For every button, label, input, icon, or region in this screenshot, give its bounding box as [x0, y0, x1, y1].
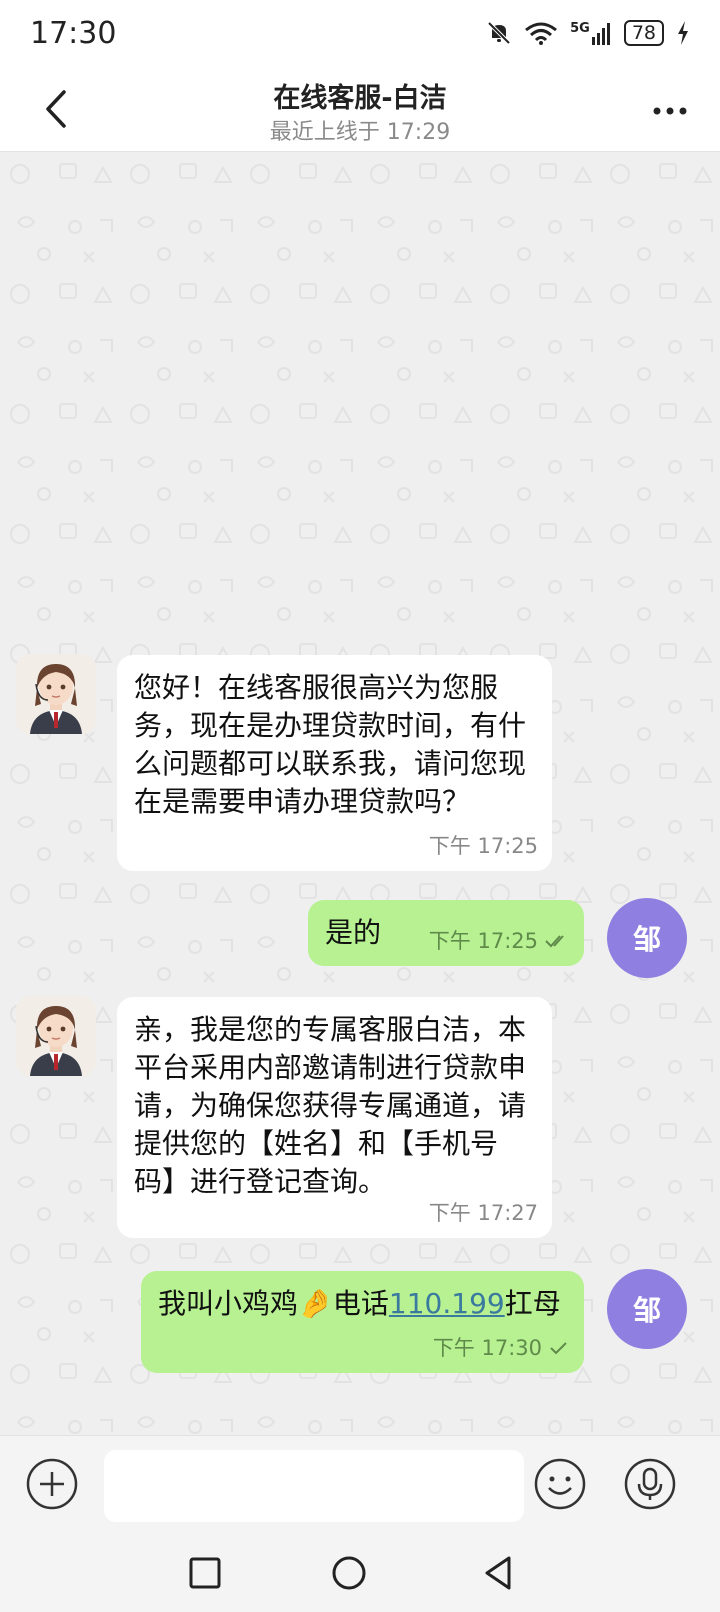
message-meta: 下午 17:27	[429, 1194, 538, 1232]
message-bubble-incoming[interactable]: 亲，我是您的专属客服白洁，本平台采用内部邀请制进行贷款申请，为确保您获得专属通道…	[117, 997, 552, 1238]
home-button[interactable]	[327, 1551, 371, 1595]
agent-avatar[interactable]	[16, 654, 96, 734]
battery-level: 78	[631, 22, 656, 44]
add-icon	[26, 1458, 78, 1510]
single-check-icon	[550, 1342, 567, 1355]
voice-button[interactable]	[622, 1456, 678, 1512]
message-text-part: 电话	[332, 1287, 389, 1320]
user-avatar[interactable]: 邹	[607, 898, 687, 978]
message-bubble-incoming[interactable]: 您好！在线客服很高兴为您服务，现在是办理贷款时间，有什么问题都可以联系我，请问您…	[117, 655, 552, 871]
user-avatar[interactable]: 邹	[607, 1269, 687, 1349]
more-dots-icon	[653, 107, 687, 115]
message-text-part: 扛母	[504, 1287, 561, 1320]
message-meta: 下午 17:25	[429, 922, 570, 960]
microphone-icon	[624, 1458, 676, 1510]
message-bubble-outgoing[interactable]: 我叫小鸡鸡🤌电话110.199扛母 下午 17:30	[141, 1271, 584, 1373]
emoji-button[interactable]	[532, 1456, 588, 1512]
wifi-icon	[524, 20, 558, 46]
message-input[interactable]	[104, 1450, 524, 1522]
message-bubble-outgoing[interactable]: 是的 下午 17:25	[308, 900, 584, 966]
signal-icon: 5G	[570, 21, 612, 45]
message-input-bar	[0, 1435, 720, 1533]
double-check-icon	[545, 935, 564, 948]
network-type-label: 5G	[570, 21, 590, 36]
status-icons: 5G 78	[486, 20, 690, 46]
battery-icon: 78	[623, 20, 664, 46]
chat-header: 在线客服-白洁 最近上线于 17:29	[0, 66, 720, 152]
phone-number-link[interactable]: 110.199	[389, 1287, 505, 1320]
message-time: 下午 17:25	[428, 834, 538, 858]
more-options-button[interactable]	[650, 96, 690, 126]
agent-avatar[interactable]	[16, 996, 96, 1076]
chat-title[interactable]: 在线客服-白洁	[0, 76, 720, 115]
back-nav-button[interactable]	[477, 1551, 521, 1595]
back-triangle-icon	[485, 1556, 511, 1590]
message-time: 下午 17:25	[428, 929, 538, 953]
attach-button[interactable]	[24, 1456, 80, 1512]
home-icon	[332, 1556, 366, 1590]
status-time: 17:30	[30, 15, 117, 51]
message-text: 我叫小鸡鸡🤌电话110.199扛母	[158, 1285, 568, 1323]
charging-icon	[676, 20, 690, 46]
mute-bell-icon	[486, 20, 512, 46]
message-time: 下午 17:27	[428, 1201, 538, 1225]
message-meta: 下午 17:25	[429, 827, 538, 865]
pinched-fingers-emoji: 🤌	[298, 1287, 333, 1320]
message-time: 下午 17:30	[432, 1336, 542, 1360]
message-text: 亲，我是您的专属客服白洁，本平台采用内部邀请制进行贷款申请，为确保您获得专属通道…	[134, 1013, 527, 1198]
emoji-icon	[534, 1458, 586, 1510]
recent-apps-button[interactable]	[183, 1551, 227, 1595]
message-meta: 下午 17:30	[433, 1329, 570, 1367]
last-seen-status: 最近上线于 17:29	[269, 120, 451, 145]
agent-avatar-image	[16, 654, 96, 734]
agent-avatar-image	[16, 996, 96, 1076]
status-bar: 17:30 5G 78	[0, 0, 720, 66]
message-text-part: 我叫小鸡鸡	[158, 1287, 299, 1320]
system-navigation-bar	[0, 1533, 720, 1612]
recent-apps-icon	[189, 1557, 221, 1589]
chat-messages-area[interactable]: 您好！在线客服很高兴为您服务，现在是办理贷款时间，有什么问题都可以联系我，请问您…	[0, 152, 720, 1435]
message-text: 您好！在线客服很高兴为您服务，现在是办理贷款时间，有什么问题都可以联系我，请问您…	[134, 671, 527, 818]
